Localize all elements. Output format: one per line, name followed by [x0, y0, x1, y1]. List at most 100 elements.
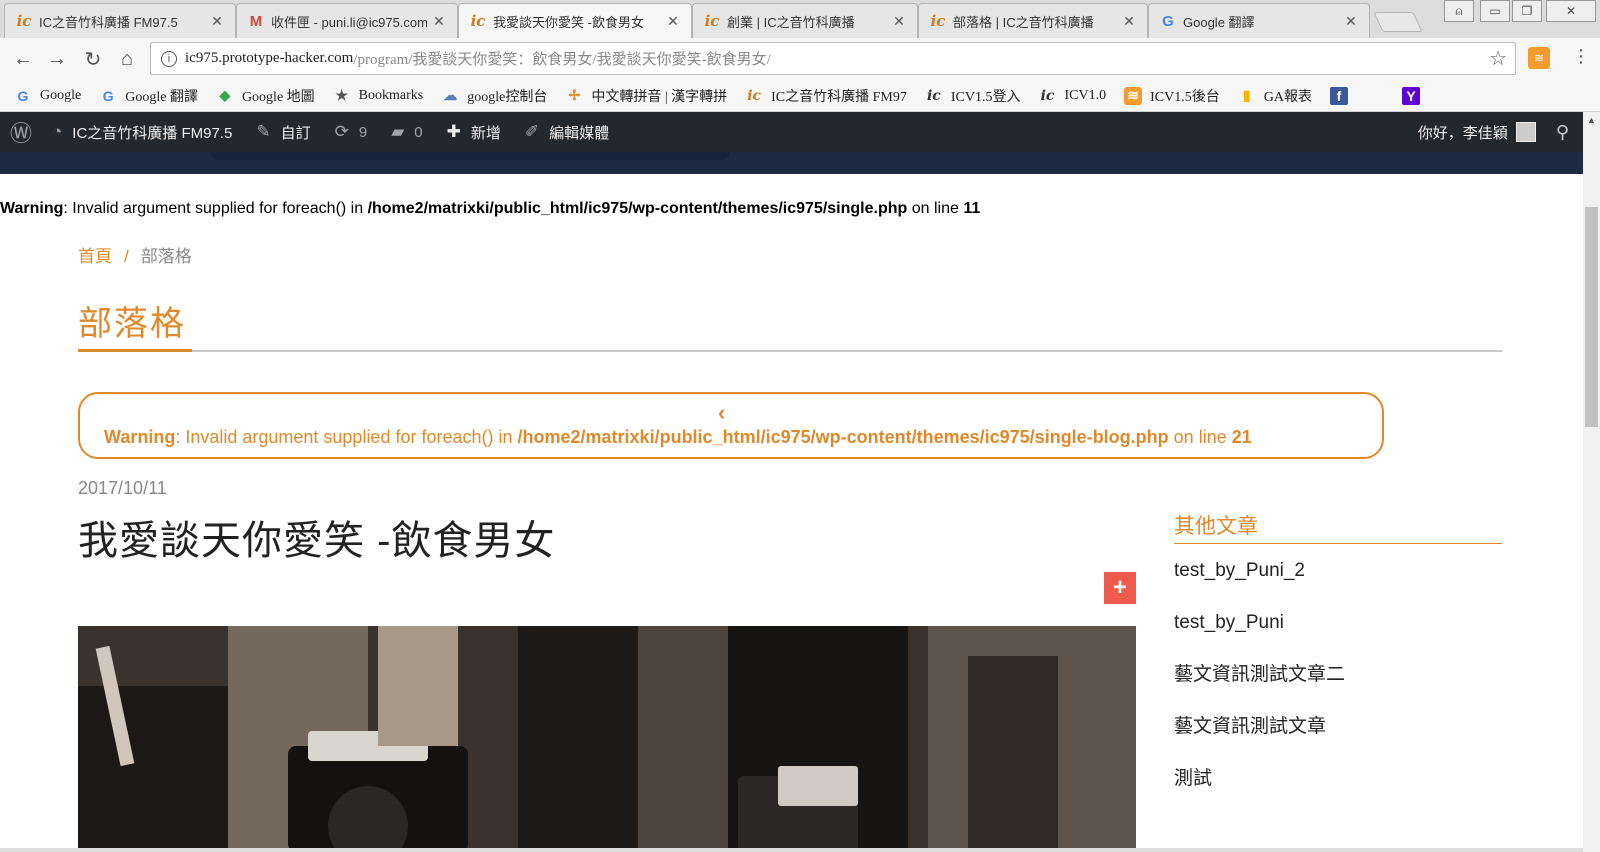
plus-icon: ✚ — [446, 122, 461, 141]
tab-5[interactable]: ic 部落格 | IC之音竹科廣播 ✕ — [918, 3, 1148, 38]
list-item[interactable]: 測試 — [1174, 766, 1345, 818]
chevron-left-icon[interactable]: ‹ — [718, 400, 725, 426]
home-icon[interactable]: ⌂ — [114, 46, 140, 72]
gmail-icon: M — [249, 12, 263, 30]
menu-icon[interactable]: ⋮ — [1572, 46, 1590, 67]
bookmark-star-icon[interactable]: ☆ — [1489, 46, 1507, 71]
close-window-button[interactable]: ✕ — [1546, 0, 1596, 22]
bookmark-google-maps[interactable]: ◆ Google 地圖 — [216, 86, 315, 106]
minimize-button[interactable]: ▭ — [1480, 0, 1510, 22]
wp-admin-bar: Ⓦ ◔ IC之音竹科廣播 FM97.5 ✎ 自訂 ⟳ 9 ▰ 0 ✚ 新增 ✐ 編輯媒體 你… — [0, 112, 1583, 152]
wp-updates[interactable]: ⟳ 9 — [335, 122, 368, 142]
analytics-icon: ▮ — [1242, 87, 1251, 103]
tab-strip: ic IC之音竹科廣播 FM97.5 ✕ M 收件匣 - puni.li@ic9… — [0, 0, 1600, 38]
page-title: 部落格 — [78, 305, 186, 343]
bookmarks-bar: G Google G Google 翻譯 ◆ Google 地圖 ★ Bookmarks… — [0, 80, 1600, 112]
tab-1[interactable]: ic IC之音竹科廣播 FM97.5 ✕ — [4, 3, 236, 38]
bookmark-ic975[interactable]: ic IC之音竹科廣播 FM97 — [745, 86, 907, 106]
wp-site-link[interactable]: ◔ IC之音竹科廣播 FM97.5 — [52, 122, 232, 143]
url-path: /program/我愛談天你愛笑：飲食男女/我愛談天你愛笑-飲食男女/ — [353, 52, 771, 68]
bookmark-google-translate[interactable]: G Google 翻譯 — [99, 86, 198, 106]
wordpress-icon: Ⓦ — [10, 121, 33, 146]
post-date: 2017/10/11 — [78, 478, 167, 498]
bookmark-yahoo[interactable]: Y — [1401, 86, 1428, 105]
maximize-button[interactable]: ❐ — [1512, 0, 1542, 22]
rss-extension-icon[interactable]: ≋ — [1528, 47, 1550, 69]
facebook-icon: f — [1329, 86, 1348, 105]
ic-logo-icon: ic — [470, 12, 486, 30]
close-icon[interactable]: ✕ — [431, 13, 447, 30]
ic-logo-icon: ic — [930, 12, 946, 30]
ic-logo-icon: ic — [926, 87, 941, 104]
camera-photo — [78, 626, 1136, 852]
pinyin-icon: ✢ — [568, 87, 581, 103]
tab-3-active[interactable]: ic 我愛談天你愛笑 -飲食男女 ✕ — [458, 3, 692, 38]
scroll-thumb[interactable] — [1585, 207, 1598, 427]
site-header-strip — [0, 152, 1583, 174]
new-tab-button[interactable] — [1373, 12, 1423, 32]
profile-icon[interactable]: ⍝ — [1444, 0, 1474, 22]
pencil-icon: ✐ — [524, 122, 540, 141]
console-icon: ☁ — [443, 87, 458, 103]
star-icon: ★ — [335, 87, 348, 103]
vertical-scrollbar[interactable]: ▲ — [1583, 112, 1600, 852]
list-item[interactable]: 藝文資訊測試文章二 — [1174, 662, 1345, 714]
bookmark-ga[interactable]: ▮ GA報表 — [1238, 86, 1312, 106]
ic-logo-icon: ic — [704, 12, 720, 30]
close-icon[interactable]: ✕ — [665, 13, 681, 30]
close-icon[interactable]: ✕ — [891, 13, 907, 30]
ic-logo-icon: ic — [1040, 87, 1055, 104]
bookmark-icv10[interactable]: ic ICV1.0 — [1039, 87, 1107, 105]
tab-2[interactable]: M 收件匣 - puni.li@ic975.com ✕ — [236, 3, 458, 38]
list-item[interactable]: test_by_Puni — [1174, 610, 1345, 662]
close-icon[interactable]: ✕ — [1343, 13, 1359, 30]
wp-customize[interactable]: ✎ 自訂 — [256, 122, 310, 143]
wp-new[interactable]: ✚ 新增 — [447, 122, 501, 143]
sidebar-divider — [1174, 543, 1502, 544]
ic-logo-icon: ic — [747, 87, 762, 104]
rss-icon: ≋ — [1124, 86, 1143, 105]
browser-toolbar: ← → ↻ ⌂ i ic975.prototype-hacker.com /pr… — [0, 38, 1600, 80]
yahoo-icon: Y — [1401, 86, 1420, 105]
reload-icon[interactable]: ↻ — [80, 46, 106, 72]
bookmark-icv15-login[interactable]: ic ICV1.5登入 — [925, 86, 1021, 106]
google-icon: G — [17, 87, 29, 104]
bookmark-google-console[interactable]: ☁ google控制台 — [441, 86, 547, 106]
list-item[interactable]: test_by_Puni_2 — [1174, 558, 1345, 610]
share-button[interactable]: + — [1104, 572, 1136, 604]
wp-account-greeting[interactable]: 你好，李佳穎 — [1418, 122, 1508, 143]
wordpress-logo[interactable]: Ⓦ — [10, 116, 32, 148]
bookmark-icv15-admin[interactable]: ≋ ICV1.5後台 — [1124, 86, 1220, 106]
avatar[interactable] — [1515, 122, 1536, 142]
search-icon[interactable]: ⚲ — [1556, 122, 1569, 143]
bookmark-google[interactable]: G Google — [14, 87, 82, 105]
post-title: 我愛談天你愛笑 -飲食男女 — [78, 519, 556, 563]
back-icon[interactable]: ← — [10, 46, 36, 72]
maps-icon: ◆ — [219, 87, 231, 103]
scroll-up-icon[interactable]: ▲ — [1583, 112, 1600, 129]
breadcrumb-home[interactable]: 首頁 — [78, 247, 112, 266]
tab-title: 收件匣 - puni.li@ic975.com — [271, 14, 427, 30]
bookmark-facebook[interactable]: f — [1329, 86, 1356, 105]
divider — [78, 350, 1502, 352]
wp-edit-media[interactable]: ✐ 編輯媒體 — [525, 122, 609, 143]
brush-icon: ✎ — [256, 122, 271, 141]
wp-comments[interactable]: ▰ 0 — [391, 122, 422, 142]
bookmark-pinyin[interactable]: ✢ 中文轉拼音 | 漢字轉拼 — [565, 86, 727, 106]
forward-icon[interactable]: → — [44, 46, 70, 72]
tab-4[interactable]: ic 創業 | IC之音竹科廣播 ✕ — [692, 3, 918, 38]
list-item[interactable]: 藝文資訊測試文章 — [1174, 714, 1345, 766]
dashboard-icon: ◔ — [52, 122, 63, 141]
breadcrumb: 首頁 / 部落格 — [78, 247, 192, 266]
info-icon[interactable]: i — [161, 50, 177, 67]
google-translate-icon: G — [1162, 12, 1174, 30]
address-bar[interactable]: i ic975.prototype-hacker.com /program/我愛… — [150, 42, 1516, 75]
close-icon[interactable]: ✕ — [1121, 13, 1137, 30]
tab-title: 我愛談天你愛笑 -飲食男女 — [493, 14, 644, 30]
bookmark-folder-bookmarks[interactable]: ★ Bookmarks — [333, 87, 423, 105]
ic-logo-icon: ic — [16, 12, 32, 30]
tab-6[interactable]: G Google 翻譯 ✕ — [1148, 3, 1370, 38]
sidebar-heading: 其他文章 — [1174, 515, 1258, 538]
close-icon[interactable]: ✕ — [209, 13, 225, 30]
comment-icon: ▰ — [391, 122, 405, 141]
